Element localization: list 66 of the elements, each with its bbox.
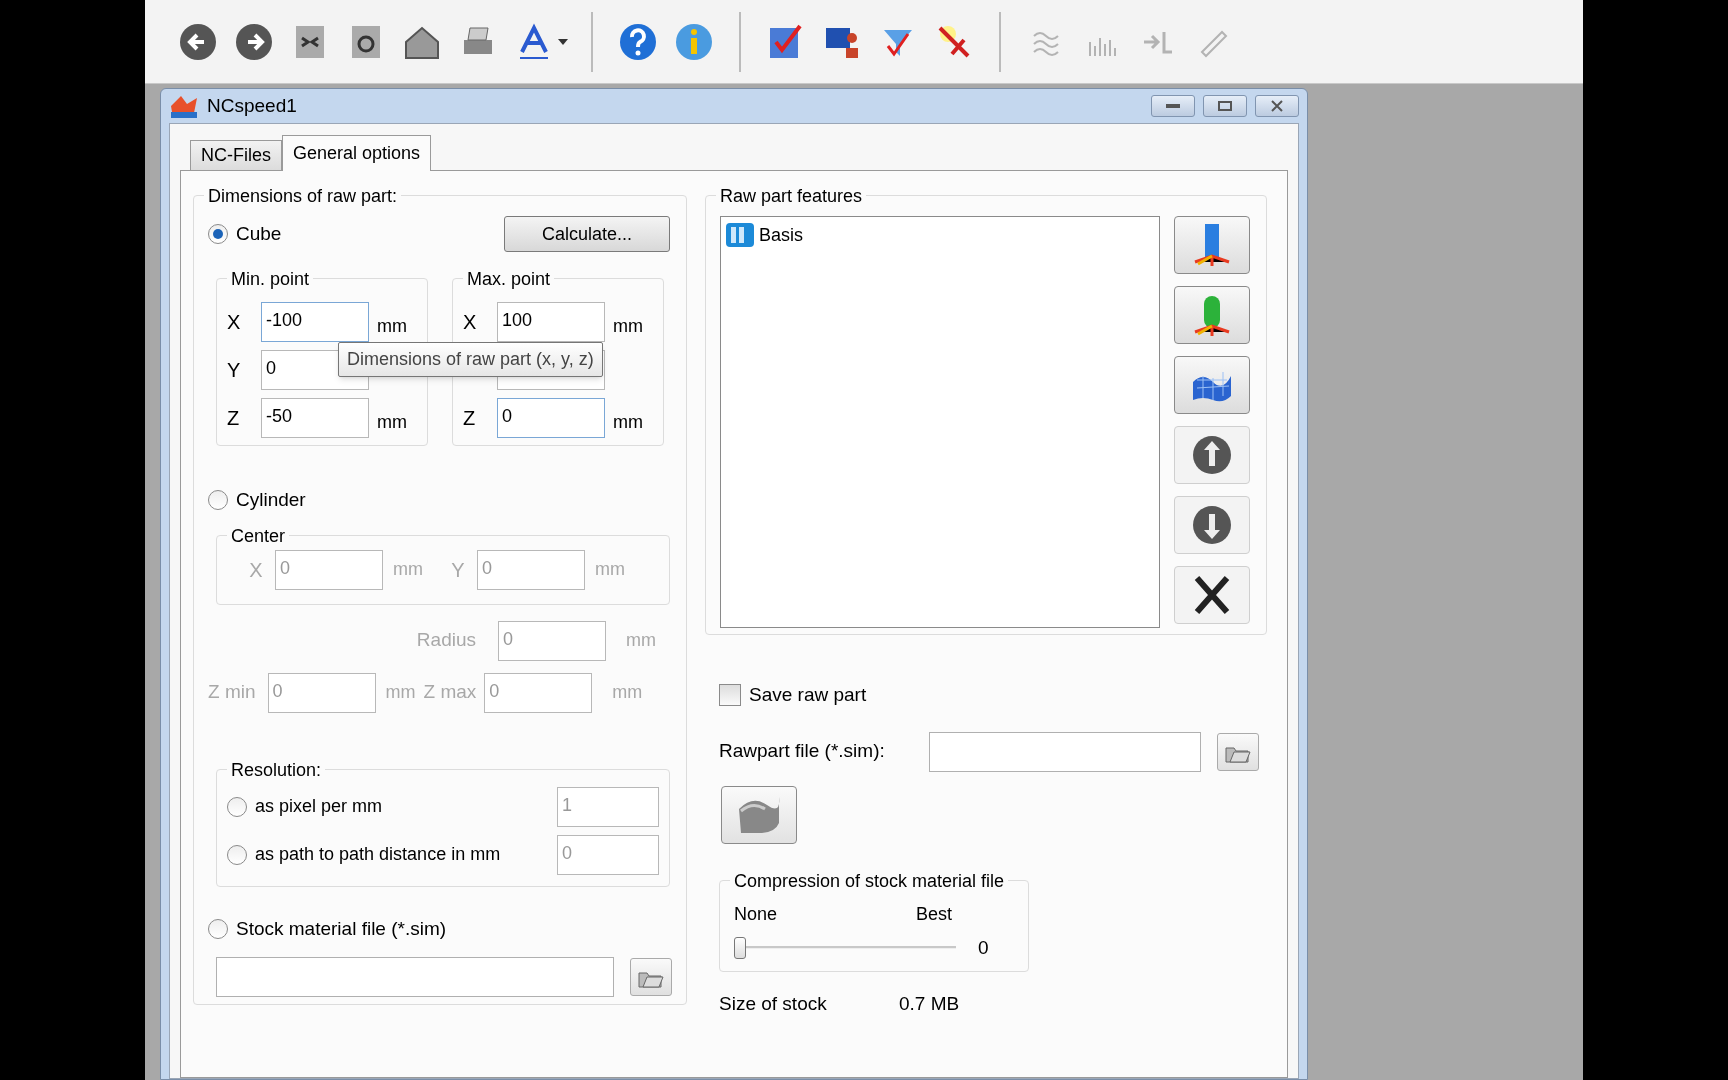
axis-label: X [227, 310, 242, 335]
number-field[interactable]: 0 [497, 398, 605, 438]
compression-slider[interactable] [734, 935, 956, 960]
axis-label: Y [227, 358, 242, 383]
radio-button[interactable] [208, 224, 228, 244]
axis-label: Z max [423, 680, 477, 705]
unit-label: mm [626, 629, 656, 652]
file-path-field[interactable] [216, 957, 614, 997]
mesh-surface-icon[interactable] [1174, 356, 1250, 414]
radio-label: as pixel per mm [255, 795, 384, 818]
unit-label: mm [595, 558, 625, 581]
list-item[interactable]: Basis [759, 221, 803, 249]
number-field[interactable]: 100 [497, 302, 605, 342]
slider-max-label: Best [915, 902, 952, 926]
axis-label: Z [463, 406, 477, 431]
slider-thumb[interactable] [734, 936, 746, 959]
rawpart-file-field[interactable] [929, 731, 1201, 772]
axis-label: Z min [208, 680, 256, 705]
calculate-button[interactable]: Calculate... [504, 216, 670, 252]
unit-label: mm [393, 558, 423, 581]
axis-label: X [248, 557, 264, 583]
close-button[interactable] [1255, 95, 1299, 117]
unit-label: mm [612, 681, 643, 704]
delete-icon[interactable] [1174, 566, 1250, 624]
number-field[interactable]: -50 [261, 398, 369, 438]
cylinder-axes-icon[interactable] [1174, 286, 1250, 344]
unit-label: mm [613, 410, 643, 434]
radio-label: Cylinder [236, 488, 306, 512]
slider-min-label: None [734, 902, 778, 926]
radio-label: as path to path distance in mm [255, 843, 502, 866]
block-axes-icon[interactable] [1174, 216, 1250, 274]
move-up-icon[interactable] [1174, 426, 1250, 484]
radio-button[interactable] [208, 918, 228, 939]
folder-button[interactable] [1217, 732, 1259, 771]
unit-label: mm [377, 314, 407, 338]
rawpart-file-label: Rawpart file (*.sim): [719, 739, 886, 764]
stock-size-value: 0.7 MB [899, 991, 960, 1016]
checkbox[interactable] [719, 684, 741, 707]
stock-size-label: Size of stock [719, 991, 828, 1016]
tab[interactable]: General options [282, 135, 432, 171]
stock-shape-button[interactable] [721, 785, 797, 844]
unit-label: mm [377, 410, 407, 434]
tab[interactable]: NC-Files [190, 140, 282, 170]
maximize-button[interactable] [1203, 95, 1247, 117]
tooltip: Dimensions of raw part (x, y, z) [338, 342, 603, 377]
window-title: NCspeed1 [207, 93, 298, 118]
axis-label: Z [227, 406, 241, 431]
radio-button[interactable] [227, 796, 247, 817]
move-down-icon[interactable] [1174, 496, 1250, 554]
minimize-button[interactable] [1151, 95, 1195, 117]
checkbox-label: Save raw part [749, 683, 867, 707]
feature-list[interactable]: Basis [720, 216, 1160, 628]
unit-label: mm [385, 681, 416, 704]
folder-button[interactable] [630, 958, 672, 996]
number-field[interactable]: -100 [261, 302, 369, 342]
axis-label: Y [450, 557, 466, 583]
radius-label: Radius [416, 628, 476, 653]
radio-label: Cube [236, 221, 282, 246]
unit-label: mm [613, 314, 643, 338]
axis-label: X [463, 310, 478, 335]
radio-label: Stock material file (*.sim) [236, 916, 447, 941]
dropdown-caret-icon[interactable] [557, 37, 569, 46]
radio-button[interactable] [227, 844, 247, 865]
slider-value: 0 [978, 935, 989, 960]
feature-icon [725, 221, 755, 249]
close-icon [1270, 100, 1284, 112]
